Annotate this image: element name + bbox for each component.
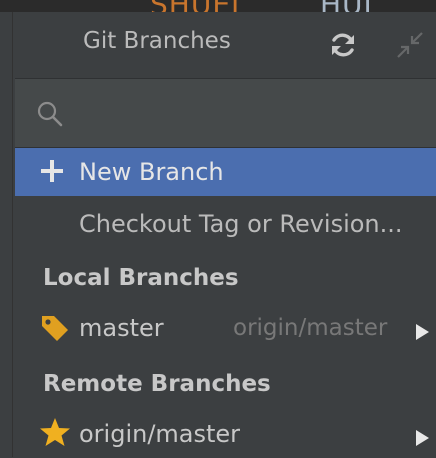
collapse-icon[interactable] — [395, 30, 425, 60]
star-icon — [39, 416, 71, 448]
tracking-branch: origin/master — [233, 315, 388, 341]
plus-icon — [39, 158, 65, 184]
submenu-arrow-icon[interactable] — [414, 319, 430, 340]
search-icon — [35, 99, 65, 129]
branch-name: master — [79, 314, 164, 342]
search-input[interactable] — [75, 93, 429, 135]
branch-search-box[interactable] — [15, 78, 436, 148]
new-branch-item[interactable]: New Branch — [15, 148, 436, 196]
branch-name: origin/master — [79, 420, 241, 448]
background-text-right: HUI — [320, 0, 373, 12]
submenu-arrow-icon[interactable] — [414, 425, 430, 446]
popup-title: Git Branches — [83, 28, 231, 54]
background-text-left: SHUEI — [150, 0, 240, 12]
background-editor-fragment: SHUEI HUI — [0, 0, 436, 12]
checkout-tag-item[interactable]: Checkout Tag or Revision... — [15, 200, 436, 248]
checkout-tag-label: Checkout Tag or Revision... — [79, 210, 403, 238]
local-branch-master[interactable]: master origin/master — [15, 304, 436, 352]
new-branch-label: New Branch — [79, 158, 224, 186]
popup-header: Git Branches — [13, 12, 436, 78]
local-branches-heading: Local Branches — [43, 265, 239, 291]
refresh-icon[interactable] — [327, 29, 359, 61]
remote-branches-heading: Remote Branches — [43, 371, 271, 397]
git-branches-popup: Git Branches New Branch Checkout Tag or … — [12, 12, 436, 457]
tag-icon — [39, 312, 71, 344]
remote-branch-origin-master[interactable]: origin/master — [15, 410, 436, 458]
